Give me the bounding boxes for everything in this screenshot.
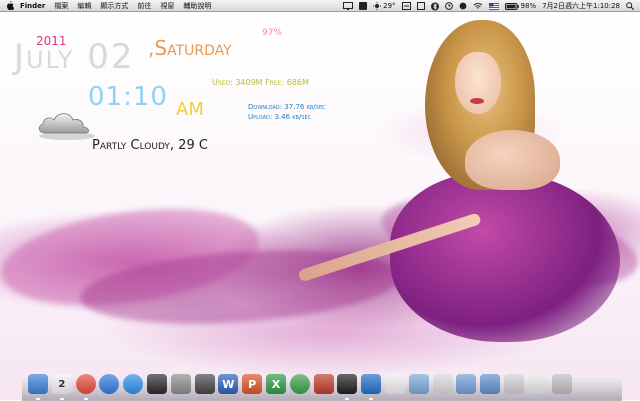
- stack-icon[interactable]: [527, 374, 548, 394]
- script-menu-icon[interactable]: [401, 2, 411, 10]
- download-speed: Download: 37.76 kb/sec: [248, 103, 326, 111]
- applications-folder-icon[interactable]: [408, 374, 429, 394]
- menu-view[interactable]: 顯示方式: [100, 1, 128, 11]
- widget-network: Download: 37.76 kb/sec Upload: 3.46 kb/s…: [248, 102, 325, 122]
- app-store-icon[interactable]: [123, 374, 144, 394]
- word-icon[interactable]: W: [218, 374, 239, 394]
- messenger-icon[interactable]: [289, 374, 310, 394]
- stack-icon[interactable]: [503, 374, 524, 394]
- downloads-icon[interactable]: [480, 374, 501, 394]
- powerpoint-icon[interactable]: P: [242, 374, 263, 394]
- time-machine-icon[interactable]: [444, 2, 453, 10]
- menu-square-icon[interactable]: [416, 2, 425, 10]
- spotlight-search-icon[interactable]: [626, 2, 634, 10]
- battery-percent: 98%: [520, 2, 537, 10]
- documents-icon[interactable]: [432, 374, 453, 394]
- remote-desktop-icon[interactable]: [313, 374, 334, 394]
- widget-time: 01:10: [88, 82, 168, 112]
- widget-weather: Partly Cloudy, 29 C: [92, 138, 208, 153]
- widget-date: July 02: [14, 37, 135, 77]
- widget-battery: 97%: [262, 28, 283, 38]
- battery-menu-icon[interactable]: 98%: [504, 2, 537, 10]
- finder-icon[interactable]: [28, 374, 48, 400]
- apple-menu-icon[interactable]: [6, 1, 14, 10]
- camera-icon[interactable]: [146, 374, 167, 394]
- menubar-clock[interactable]: 7月2日週六上午1:10:28: [542, 1, 620, 11]
- dress-figure: [390, 172, 620, 342]
- menu-go[interactable]: 前往: [137, 1, 151, 11]
- menu-window[interactable]: 視窗: [160, 1, 174, 11]
- chrome-icon[interactable]: [75, 374, 96, 400]
- upload-speed: Upload: 3.46 kb/sec: [248, 113, 312, 121]
- menu-bar: Finder 檔案 編輯 顯示方式 前往 視窗 輔助說明 29° 98% 7月2…: [0, 0, 640, 12]
- calculator-icon[interactable]: [194, 374, 215, 394]
- itunes-icon[interactable]: [99, 374, 120, 394]
- dock: 2 WPX: [28, 366, 575, 400]
- partly-cloudy-icon: [38, 113, 95, 140]
- textedit-icon[interactable]: [384, 374, 405, 394]
- input-source-flag-icon[interactable]: [488, 2, 499, 10]
- widget-day: ,Saturday: [148, 36, 232, 60]
- widget-ampm: AM: [176, 99, 204, 120]
- calendar-icon[interactable]: 2: [51, 374, 72, 400]
- temperature-readout: 29°: [383, 2, 396, 10]
- preview-icon[interactable]: [170, 374, 191, 394]
- weather-status-icon[interactable]: 29°: [373, 2, 396, 10]
- menu-finder[interactable]: Finder: [20, 2, 45, 10]
- widget-memory: Used: 3409M Free: 686M: [212, 78, 309, 87]
- bluetooth-icon[interactable]: [430, 2, 439, 11]
- sync-icon[interactable]: [459, 2, 467, 10]
- menu-help[interactable]: 輔助說明: [183, 1, 211, 11]
- dvd-player-icon[interactable]: [337, 374, 358, 400]
- menu-extra-icon[interactable]: [359, 2, 368, 10]
- trash-icon[interactable]: [551, 374, 572, 394]
- teamviewer-icon[interactable]: [361, 374, 382, 400]
- wifi-icon[interactable]: [473, 2, 483, 10]
- menu-edit[interactable]: 編輯: [77, 1, 91, 11]
- monitor-icon[interactable]: [343, 2, 354, 10]
- excel-icon[interactable]: X: [265, 374, 286, 394]
- menu-file[interactable]: 檔案: [54, 1, 68, 11]
- folder-icon[interactable]: [456, 374, 477, 394]
- face-figure: [455, 52, 501, 114]
